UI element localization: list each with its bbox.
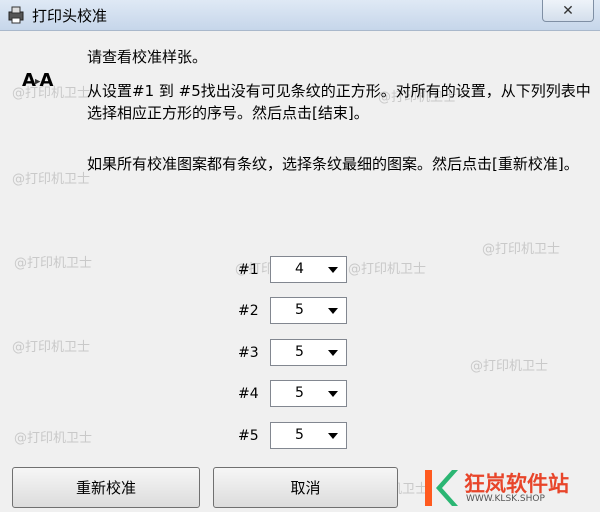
title-bar: 打印头校准 ✕ (0, 0, 600, 31)
watermark: @打印机卫士 (14, 256, 93, 271)
recalibrate-button[interactable]: 重新校准 (12, 467, 200, 508)
watermark: @打印机卫士 (12, 340, 91, 355)
alignment-icon-a2: A (39, 70, 53, 91)
window-title: 打印头校准 (32, 7, 108, 25)
setting-value-5: 5 (295, 427, 304, 443)
watermark: @打印机卫士 (348, 262, 427, 277)
setting-label-5: #5 (238, 428, 259, 444)
cancel-button[interactable]: 取消 (213, 467, 398, 508)
setting-value-3: 5 (295, 344, 304, 360)
setting-label-3: #3 (238, 345, 259, 361)
setting-select-1[interactable]: 4 (270, 256, 347, 283)
chevron-down-icon (328, 267, 338, 273)
alignment-icon: A▸A (22, 70, 53, 91)
alignment-icon-a1: A (22, 70, 36, 91)
setting-value-2: 5 (295, 302, 304, 318)
close-icon: ✕ (562, 2, 574, 19)
site-logo: 狂岚软件站 WWW.KLSK.SHOP (418, 468, 598, 508)
chevron-down-icon (328, 308, 338, 314)
instruction-line1: 请查看校准样张。 (87, 48, 208, 66)
setting-select-2[interactable]: 5 (270, 297, 347, 324)
setting-label-4: #4 (238, 386, 259, 402)
setting-value-1: 4 (295, 261, 304, 277)
printer-icon (8, 6, 24, 24)
instruction-line3: 如果所有校准图案都有条纹，选择条纹最细的图案。然后点击[重新校准]。 (87, 155, 579, 173)
close-button[interactable]: ✕ (542, 0, 594, 22)
setting-value-4: 5 (295, 385, 304, 401)
chevron-down-icon (328, 391, 338, 397)
chevron-down-icon (328, 350, 338, 356)
watermark: @打印机卫士 (470, 359, 549, 374)
setting-label-2: #2 (238, 303, 259, 319)
chevron-down-icon (328, 433, 338, 439)
logo-subtext: WWW.KLSK.SHOP (466, 494, 545, 504)
logo-k-icon (425, 470, 458, 506)
watermark: @打印机卫士 (14, 431, 93, 446)
setting-label-1: #1 (238, 262, 259, 278)
setting-select-3[interactable]: 5 (270, 339, 347, 366)
setting-select-4[interactable]: 5 (270, 380, 347, 407)
watermark: @打印机卫士 (12, 172, 91, 187)
setting-select-5[interactable]: 5 (270, 422, 347, 449)
watermark: @打印机卫士 (482, 242, 561, 257)
instruction-line2: 从设置#1 到 #5找出没有可见条纹的正方形。对所有的设置，从下列列表中选择相应… (87, 82, 591, 122)
